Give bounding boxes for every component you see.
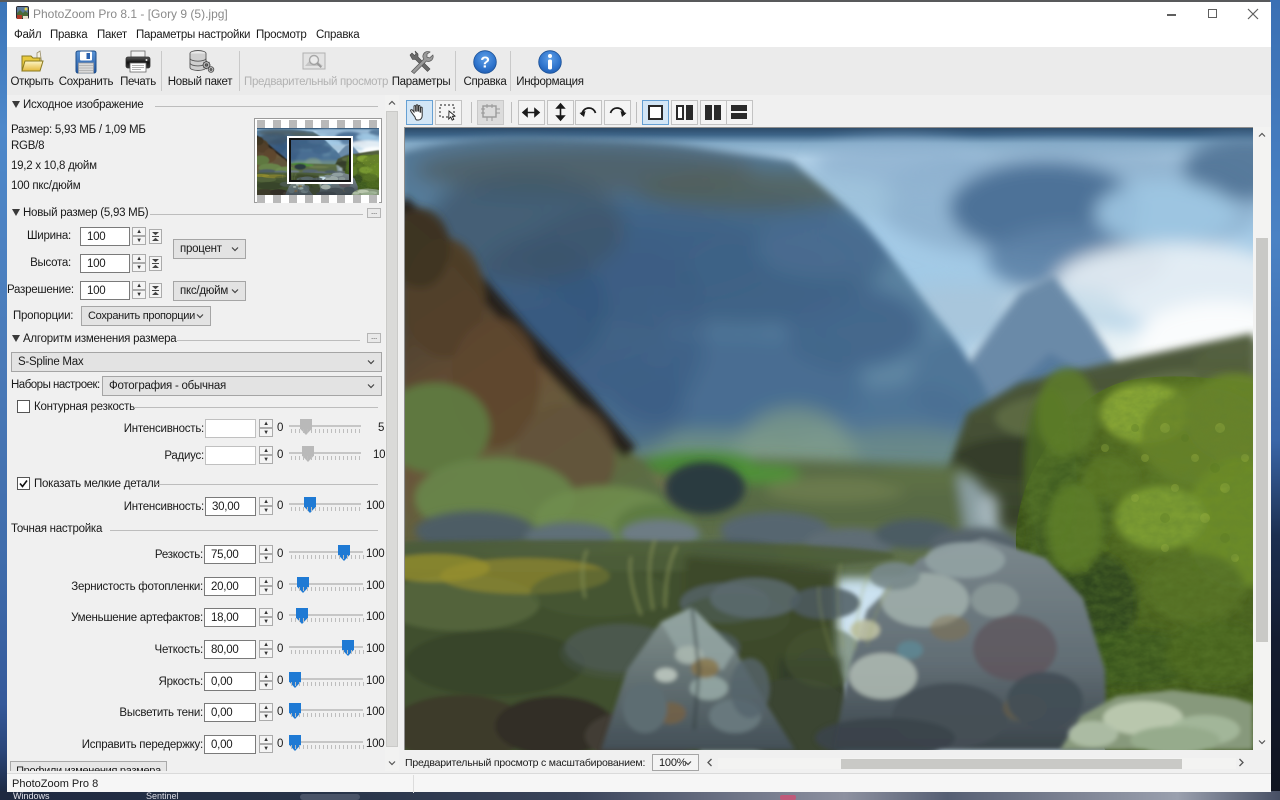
svg-text:?: ? (480, 55, 489, 72)
